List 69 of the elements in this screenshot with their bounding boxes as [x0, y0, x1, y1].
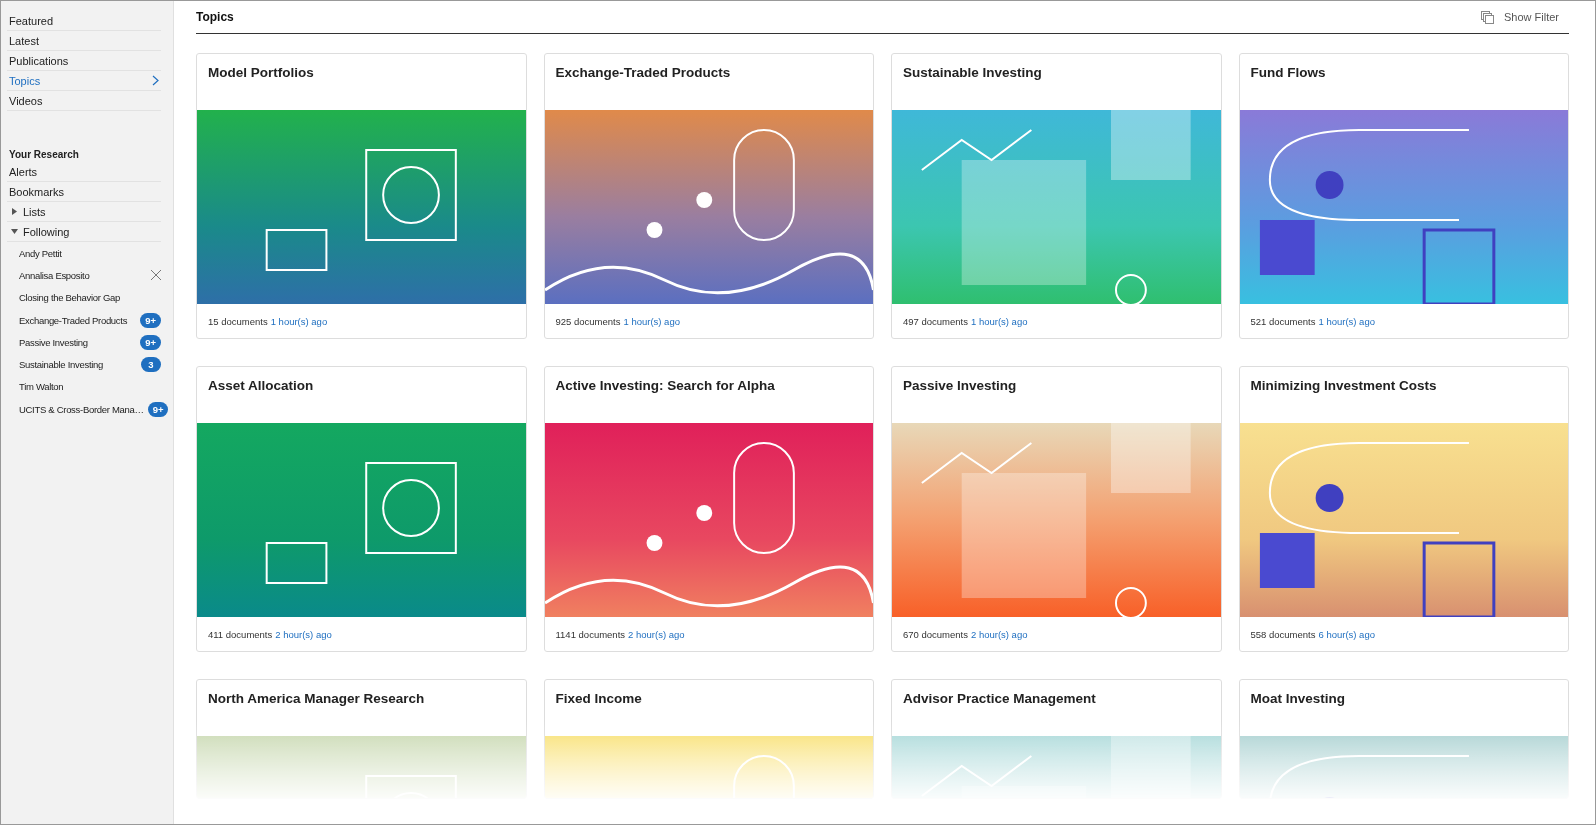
document-count: 497 documents: [903, 315, 968, 327]
updated-link[interactable]: 1 hour(s) ago: [270, 315, 328, 327]
card-title: Asset Allocation: [207, 377, 315, 395]
followed-topic[interactable]: Annalisa Esposito: [19, 269, 90, 281]
topic-card[interactable]: Model Portfolios 15 documents 1 hour(s) ago: [196, 53, 527, 339]
card-title: North America Manager Research: [207, 690, 426, 708]
card-title: Fixed Income: [554, 690, 643, 708]
triangle-down-icon: [11, 228, 18, 235]
topic-card[interactable]: Active Investing: Search for Alpha 1141 documents 2 hour(s) ago: [543, 366, 874, 652]
nav-item[interactable]: Videos: [7, 91, 161, 111]
topic-card[interactable]: Asset Allocation 411 documents 2 hour(s) ago: [196, 366, 527, 652]
tree-toggle[interactable]: Lists: [7, 202, 161, 222]
updated-link[interactable]: 2 hour(s) ago: [970, 628, 1028, 640]
topic-card[interactable]: Exchange-Traded Products 925 documents 1 hour(s) ago: [543, 53, 874, 339]
close-icon[interactable]: [151, 270, 161, 281]
followed-topic[interactable]: Andy Pettit: [19, 247, 62, 259]
card-title: Model Portfolios: [207, 64, 315, 82]
document-count: 670 documents: [903, 628, 968, 640]
topic-card[interactable]: Fixed Income: [543, 679, 874, 799]
count-badge: 3: [141, 357, 161, 373]
stacked-squares-icon: [1480, 10, 1494, 24]
count-badge: 9+: [140, 312, 161, 328]
card-title: Advisor Practice Management: [902, 690, 1097, 708]
followed-topic[interactable]: Exchange-Traded Products: [19, 314, 128, 326]
show-filter-button[interactable]: Show Filter: [1480, 10, 1569, 24]
nav-item[interactable]: Topics: [7, 71, 161, 91]
updated-link[interactable]: 1 hour(s) ago: [970, 315, 1028, 327]
section-heading: Your Research: [8, 149, 80, 162]
count-badge: 9+: [147, 401, 168, 417]
topic-card[interactable]: Fund Flows 521 documents 1 hour(s) ago: [1238, 53, 1569, 339]
topic-card[interactable]: Passive Investing 670 documents 2 hour(s) ago: [891, 366, 1222, 652]
topic-card[interactable]: Sustainable Investing 497 documents 1 hour(s) ago: [891, 53, 1222, 339]
nav-item[interactable]: Featured: [7, 11, 161, 31]
followed-topic[interactable]: UCITS & Cross-Border Mana…: [19, 403, 144, 415]
topic-card[interactable]: Moat Investing: [1238, 679, 1569, 799]
page-title: Topics: [196, 10, 234, 24]
updated-link[interactable]: 6 hour(s) ago: [1318, 628, 1375, 640]
card-title: Sustainable Investing: [902, 64, 1043, 82]
card-title: Fund Flows: [1249, 64, 1327, 82]
topic-card[interactable]: North America Manager Research: [196, 679, 527, 799]
triangle-right-icon: [11, 208, 18, 215]
updated-link[interactable]: 1 hour(s) ago: [623, 315, 680, 327]
document-count: 1141 documents: [555, 628, 626, 640]
chevron-right-icon: [152, 75, 159, 86]
nav-item[interactable]: Alerts: [7, 162, 161, 182]
document-count: 15 documents: [208, 315, 268, 327]
followed-topic[interactable]: Closing the Behavior Gap: [19, 292, 121, 304]
card-title: Moat Investing: [1249, 690, 1346, 708]
document-count: 925 documents: [555, 315, 621, 327]
nav-item[interactable]: Latest: [7, 31, 161, 51]
tree-toggle[interactable]: Following: [7, 222, 161, 242]
updated-link[interactable]: 2 hour(s) ago: [275, 628, 332, 640]
nav-item[interactable]: Bookmarks: [7, 182, 161, 202]
topic-card[interactable]: Advisor Practice Management: [891, 679, 1222, 799]
card-title: Passive Investing: [902, 377, 1018, 395]
followed-topic[interactable]: Tim Walton: [19, 381, 64, 393]
document-count: 411 documents: [208, 628, 273, 640]
document-count: 521 documents: [1250, 315, 1316, 327]
updated-link[interactable]: 2 hour(s) ago: [628, 628, 685, 640]
document-count: 558 documents: [1250, 628, 1316, 640]
card-title: Exchange-Traded Products: [554, 64, 732, 82]
card-title: Active Investing: Search for Alpha: [554, 377, 776, 395]
count-badge: 9+: [140, 334, 161, 350]
updated-link[interactable]: 1 hour(s) ago: [1318, 315, 1375, 327]
nav-item[interactable]: Publications: [7, 51, 161, 71]
followed-topic[interactable]: Sustainable Investing: [19, 359, 103, 371]
followed-topic[interactable]: Passive Investing: [19, 336, 88, 348]
topic-card[interactable]: Minimizing Investment Costs 558 documents 6 hour(s) ago: [1238, 366, 1569, 652]
card-title: Minimizing Investment Costs: [1249, 377, 1438, 395]
